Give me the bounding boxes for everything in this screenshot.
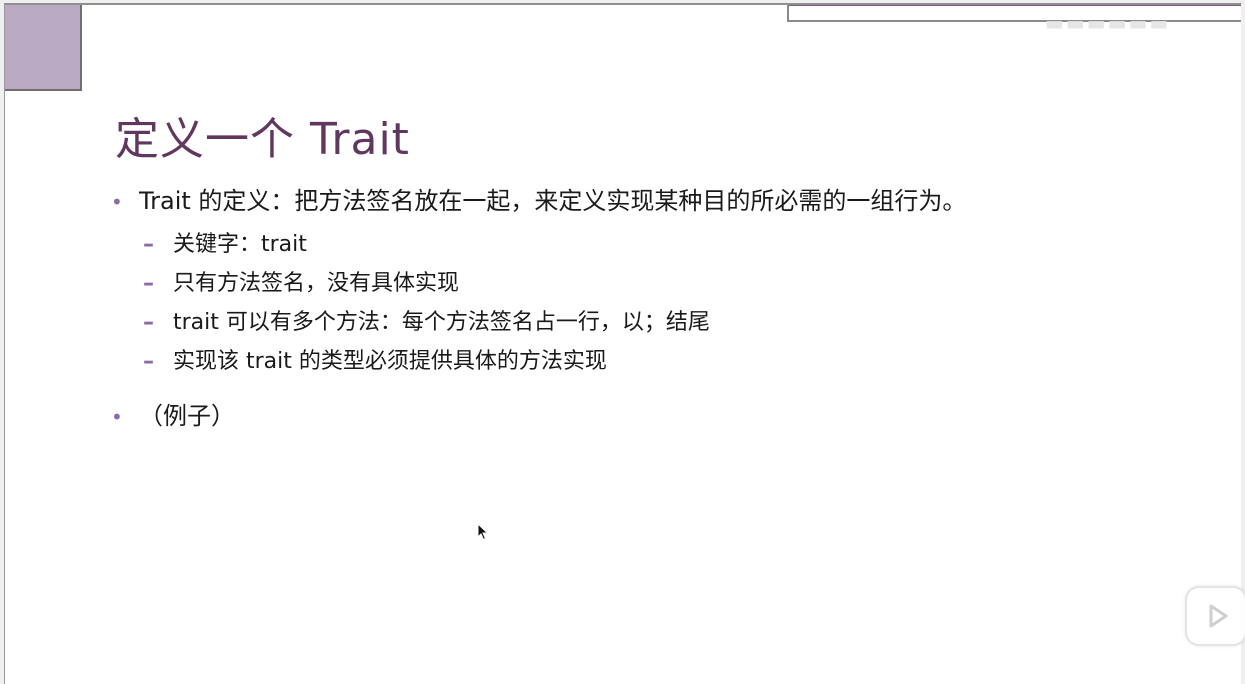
subitem-text: 关键字：trait bbox=[173, 232, 307, 257]
sub-marker: – bbox=[143, 349, 154, 374]
bullet-text: Trait 的定义：把方法签名放在一起，来定义实现某种目的所必需的一组行为。 bbox=[139, 187, 967, 215]
subitem-keyword: – 关键字：trait bbox=[143, 226, 1211, 265]
corner-decoration bbox=[5, 5, 82, 91]
bullet-definition: • Trait 的定义：把方法签名放在一起，来定义实现某种目的所必需的一组行为。 bbox=[111, 181, 1211, 216]
sub-marker: – bbox=[143, 232, 154, 257]
subitem-text: trait 可以有多个方法：每个方法签名占一行，以；结尾 bbox=[173, 310, 710, 335]
slide-title: 定义一个 Trait bbox=[115, 114, 410, 165]
sub-marker: – bbox=[143, 271, 154, 296]
watermark-logo: ▬▬▬▬▬▬ bbox=[1045, 11, 1171, 35]
mouse-pointer-icon bbox=[477, 522, 489, 545]
play-button[interactable] bbox=[1185, 586, 1245, 646]
sub-marker: – bbox=[143, 310, 154, 335]
bullet-example: • （例子） bbox=[111, 396, 1211, 431]
subitem-multiple-methods: – trait 可以有多个方法：每个方法签名占一行，以；结尾 bbox=[143, 304, 1211, 343]
slide: ▬▬▬▬▬▬ 定义一个 Trait • Trait 的定义：把方法签名放在一起，… bbox=[4, 3, 1241, 684]
subitem-implementation: – 实现该 trait 的类型必须提供具体的方法实现 bbox=[143, 343, 1211, 382]
subitem-text: 实现该 trait 的类型必须提供具体的方法实现 bbox=[173, 349, 607, 374]
bullet-marker: • bbox=[111, 190, 123, 214]
bullet-text: （例子） bbox=[139, 402, 235, 430]
subitem-signature-only: – 只有方法签名，没有具体实现 bbox=[143, 265, 1211, 304]
play-icon bbox=[1209, 604, 1228, 628]
slide-content: • Trait 的定义：把方法签名放在一起，来定义实现某种目的所必需的一组行为。… bbox=[111, 181, 1211, 441]
bullet-marker: • bbox=[111, 405, 123, 429]
top-frame-decoration bbox=[787, 5, 1241, 22]
subitem-text: 只有方法签名，没有具体实现 bbox=[173, 271, 460, 296]
purple-accent-line bbox=[789, 5, 1241, 6]
video-player-overlay[interactable] bbox=[1181, 574, 1245, 646]
